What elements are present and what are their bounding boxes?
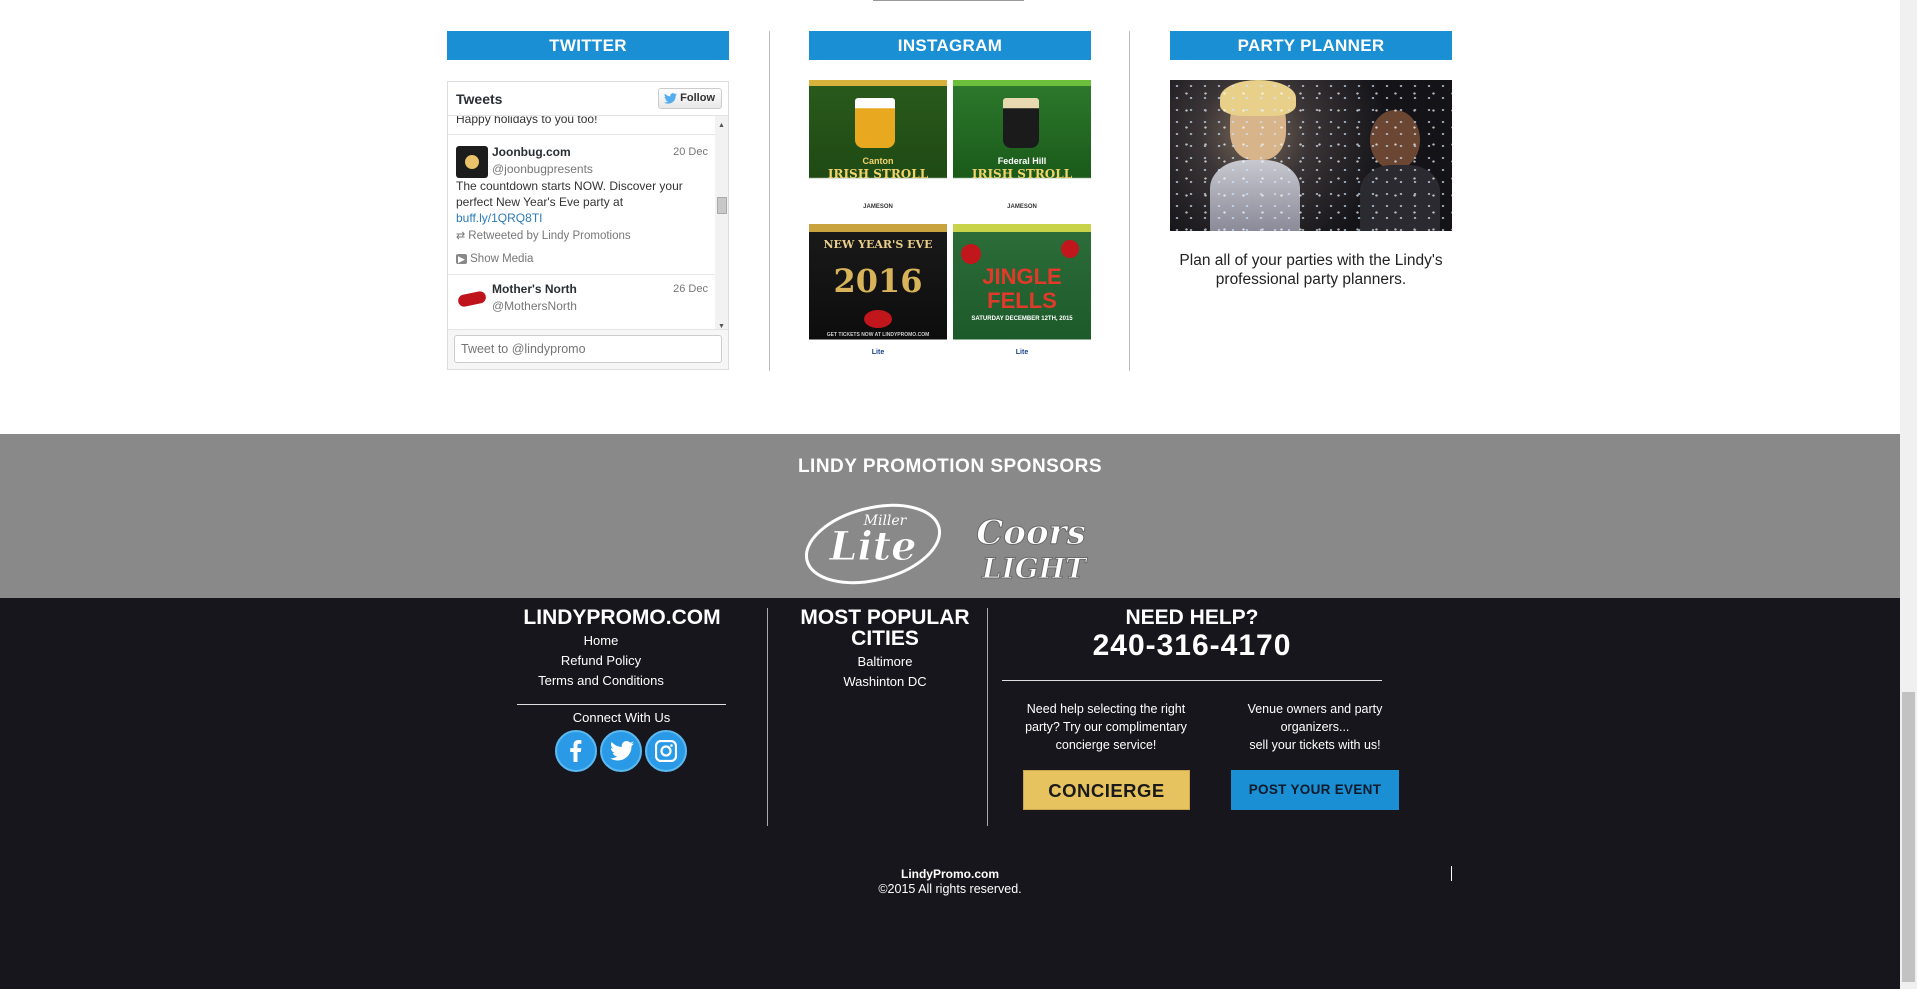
poster-title: JINGLE — [982, 264, 1062, 289]
follow-button[interactable]: Follow — [658, 88, 722, 109]
poster-subtitle: SATURDAY MARCH 5TH | CRAWL 1PM - 9PM — [824, 183, 932, 189]
copyright-text: ©2015 All rights reserved. — [878, 882, 1022, 896]
site-footer: LINDYPROMO.COM Home Refund Policy Terms … — [0, 598, 1900, 989]
column-divider — [769, 31, 770, 371]
timeline-header: Tweets Follow — [448, 82, 728, 116]
tweet-to-input[interactable] — [454, 335, 722, 363]
follow-label: Follow — [680, 92, 715, 104]
tweet-date[interactable]: 20 Dec — [673, 146, 708, 158]
instagram-post[interactable]: Federal Hill IRISH STROLL SATURDAY MARCH… — [953, 80, 1091, 219]
tweet-author-handle[interactable]: @MothersNorth — [492, 299, 577, 313]
tweet-author-handle[interactable]: @joonbugpresents — [492, 162, 593, 176]
footer-divider — [767, 608, 768, 826]
instagram-icon — [655, 740, 677, 762]
retweet-info: ⇄ Retweeted by Lindy Promotions — [456, 230, 631, 242]
tweet[interactable]: Mother's North @MothersNorth 26 Dec — [448, 275, 716, 332]
connect-label: Connect With Us — [572, 710, 671, 725]
tweet[interactable]: Joonbug.com @joonbugpresents 20 Dec The … — [448, 138, 716, 265]
city-link-baltimore[interactable]: Baltimore — [785, 654, 985, 669]
text-cursor — [1451, 866, 1452, 881]
poster-title: FELLS — [987, 288, 1057, 313]
twitter-icon — [610, 741, 634, 761]
instagram-post[interactable]: Canton IRISH STROLL SATURDAY MARCH 5TH |… — [809, 80, 947, 219]
party-planner-text: Plan all of your parties with the Lindy'… — [1179, 252, 1443, 288]
poster-sponsor: JAMESON — [1007, 204, 1037, 210]
twitter-heading: TWITTER — [447, 31, 729, 60]
poster-subtitle: SATURDAY MARCH 12TH | CRAWL 1PM - 9PM — [967, 183, 1077, 189]
scroll-up-icon[interactable]: ▲ — [718, 122, 725, 129]
tweet-separator — [448, 134, 716, 135]
concierge-button[interactable]: CONCIERGE — [1023, 770, 1190, 810]
page-scrollbar-thumb[interactable] — [1902, 692, 1915, 982]
show-media-link[interactable]: ▶ Show Media — [456, 253, 533, 265]
facebook-button[interactable] — [555, 730, 597, 772]
poster-title: IRISH STROLL — [827, 167, 929, 181]
top-divider — [873, 0, 1024, 1]
city-link-washington-dc[interactable]: Washinton DC — [785, 674, 985, 689]
tweet-author-name[interactable]: Joonbug.com — [492, 145, 571, 159]
tweet-link[interactable]: buff.ly/1QRQ8TI — [456, 210, 696, 226]
scrollbar-thumb[interactable] — [717, 197, 727, 214]
tweet-compose-bar — [448, 329, 728, 369]
footer-divider — [1002, 680, 1382, 681]
tweet-author-name[interactable]: Mother's North — [492, 282, 577, 296]
poster-title: Canton — [862, 156, 894, 166]
instagram-heading: INSTAGRAM — [809, 31, 1091, 60]
avatar[interactable] — [456, 146, 488, 178]
twitter-timeline-widget: Tweets Follow Happy holidays to you too!… — [447, 81, 729, 370]
coors-light-logo-graphic: Coors LIGHT — [976, 513, 1089, 586]
party-planner-image[interactable] — [1170, 80, 1452, 231]
venue-description: Venue owners and party organizers... sel… — [1247, 702, 1383, 752]
poster-sponsor: Lite — [871, 349, 885, 356]
retweet-icon: ⇄ — [456, 230, 469, 242]
need-help-title: NEED HELP? — [1125, 606, 1259, 629]
footer-divider — [517, 704, 726, 705]
poster-subtitle: GET TICKETS NOW AT LINDYPROMO.COM — [826, 332, 930, 338]
avatar[interactable] — [456, 283, 488, 315]
cities-title: CITIES — [851, 627, 919, 650]
sponsors-section: LINDY PROMOTION SPONSORS Lite Miller Coo… — [0, 434, 1900, 598]
svg-text:Lite: Lite — [828, 523, 916, 570]
copyright-site: LindyPromo.com — [900, 867, 999, 881]
miller-lite-logo-graphic: Lite Miller — [804, 503, 942, 585]
concierge-description: Need help selecting the right party? Try… — [1025, 702, 1187, 752]
instagram-button[interactable] — [645, 730, 687, 772]
footer-link-home[interactable]: Home — [517, 633, 685, 648]
svg-text:Coors: Coors — [976, 513, 1085, 553]
post-your-event-button[interactable]: POST YOUR EVENT — [1231, 770, 1399, 810]
timeline-stream[interactable]: Happy holidays to you too! Joonbug.com @… — [448, 116, 716, 332]
poster-sponsor: Lite — [1015, 349, 1029, 356]
footer-link-refund-policy[interactable]: Refund Policy — [517, 653, 685, 668]
poster-sponsor: JAMESON — [863, 204, 893, 210]
help-phone-number[interactable]: 240-316-4170 — [1002, 629, 1382, 663]
timeline-scrollbar[interactable]: ▲ ▼ — [715, 116, 728, 332]
poster-title: Federal Hill — [997, 156, 1047, 166]
poster-title: NEW YEAR'S EVE — [823, 238, 933, 251]
media-icon: ▶ — [456, 254, 467, 264]
svg-text:Miller: Miller — [863, 513, 908, 529]
facebook-icon — [570, 740, 582, 762]
poster-title: 2016 — [833, 262, 923, 300]
poster-subtitle: SATURDAY DECEMBER 12TH, 2015 — [971, 316, 1073, 322]
miller-lite-logo[interactable]: Lite Miller — [803, 500, 943, 588]
footer-divider — [987, 608, 988, 826]
instagram-post[interactable]: NEW YEAR'S EVE 2016 GET TICKETS NOW AT L… — [809, 224, 947, 364]
tweet-text: perfect New Year's Eve party at — [456, 195, 624, 209]
party-planner-heading: PARTY PLANNER — [1170, 31, 1452, 60]
sponsors-title: LINDY PROMOTION SPONSORS — [797, 456, 1103, 477]
poster-title: IRISH STROLL — [971, 167, 1073, 181]
tweet-text: Happy holidays to you too! — [456, 116, 598, 126]
coors-light-logo[interactable]: Coors LIGHT — [968, 504, 1094, 590]
column-divider — [1129, 31, 1130, 371]
footer-site-title: LINDYPROMO.COM — [523, 606, 721, 629]
svg-text:LIGHT: LIGHT — [981, 552, 1088, 585]
page-scrollbar[interactable] — [1900, 0, 1917, 989]
instagram-post[interactable]: JINGLE FELLS SATURDAY DECEMBER 12TH, 201… — [953, 224, 1091, 364]
tweet-text: The countdown starts NOW. Discover your — [456, 179, 683, 193]
timeline-title: Tweets — [456, 91, 503, 107]
twitter-bird-icon — [664, 93, 677, 104]
footer-link-terms[interactable]: Terms and Conditions — [517, 673, 685, 688]
tweet-date[interactable]: 26 Dec — [673, 283, 708, 295]
twitter-button[interactable] — [600, 730, 642, 772]
